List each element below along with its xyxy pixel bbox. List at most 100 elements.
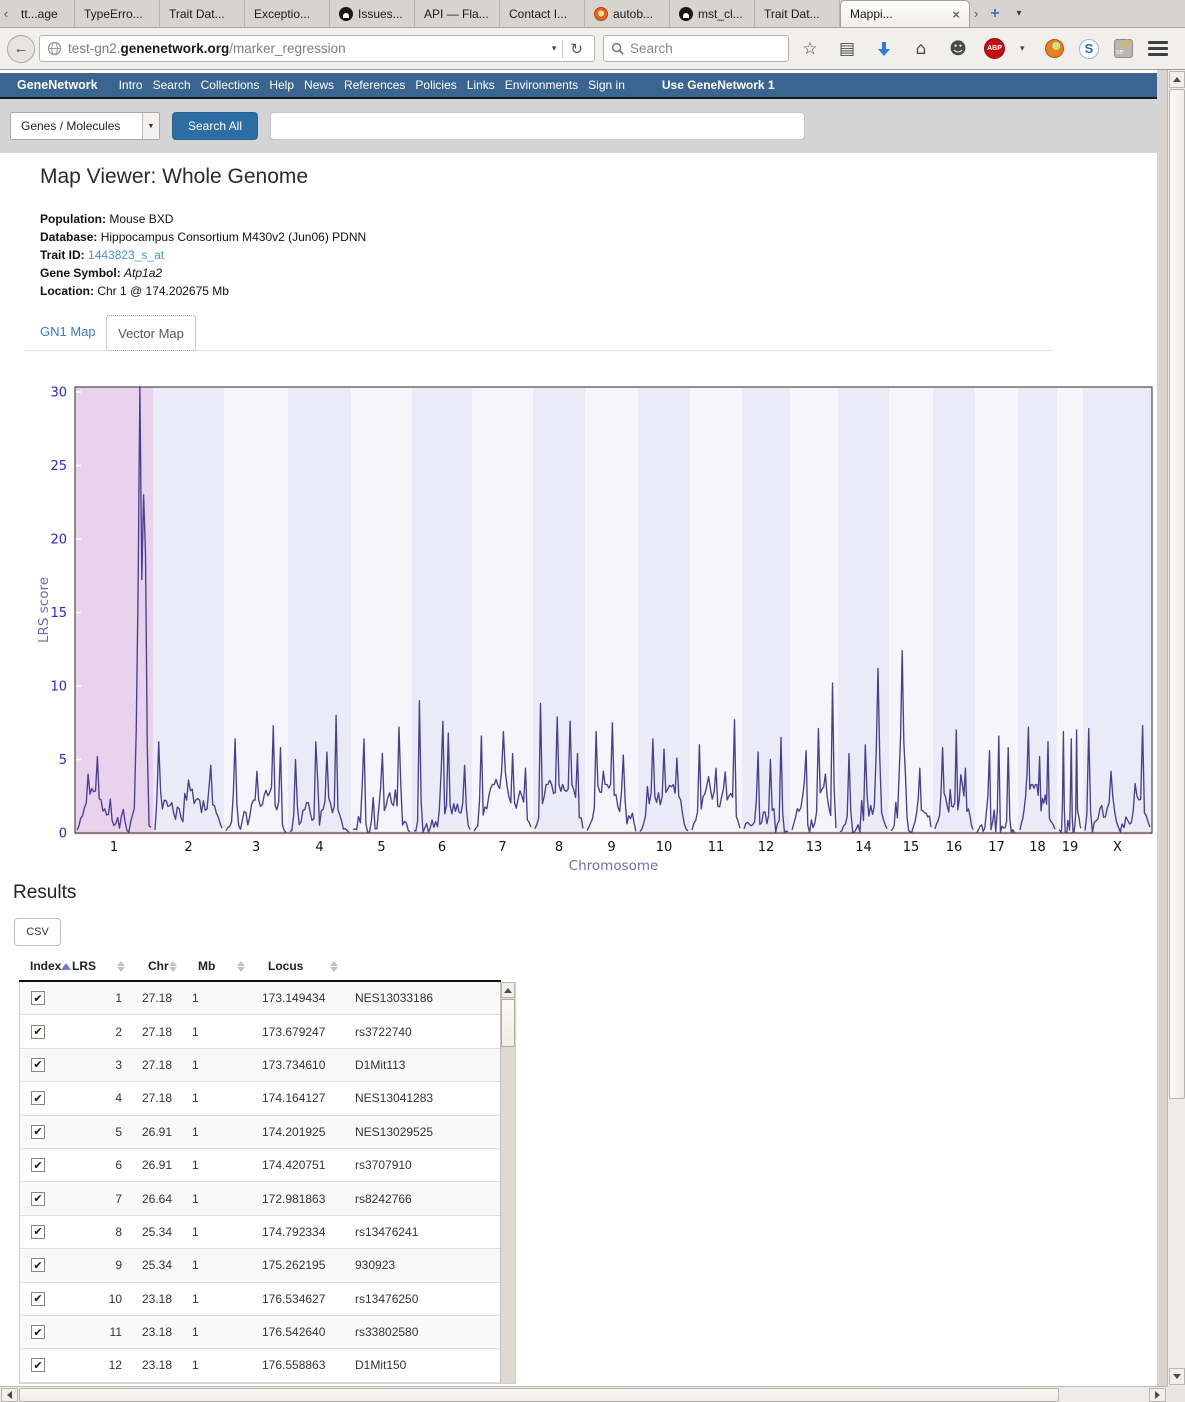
back-button[interactable]: ← (7, 35, 35, 63)
nav-link-news[interactable]: News (304, 78, 334, 92)
cell-mb: 174.420751 (258, 1158, 351, 1172)
csv-export-button[interactable]: CSV (14, 918, 61, 946)
tab-close-icon[interactable]: × (952, 7, 960, 22)
clipboard-icon[interactable]: ▤ (836, 38, 858, 60)
row-checkbox[interactable]: ✔ (31, 1058, 45, 1072)
nav-link-search[interactable]: Search (153, 78, 191, 92)
skype-icon[interactable]: S (1079, 39, 1099, 59)
trait-id-link[interactable]: 1443823_s_at (88, 248, 164, 262)
row-checkbox[interactable]: ✔ (31, 1258, 45, 1272)
tab-scroll-left-icon[interactable]: ‹ (0, 0, 12, 27)
nav-link-policies[interactable]: Policies (415, 78, 456, 92)
site-brand[interactable]: GeneNetwork (17, 78, 98, 92)
browser-tab[interactable]: API — Fla... (415, 0, 500, 27)
table-scroll-up-icon[interactable] (501, 982, 515, 998)
browser-tab[interactable]: Trait Dat... (160, 0, 245, 27)
row-checkbox[interactable]: ✔ (31, 1325, 45, 1339)
column-header-mb[interactable]: Mb (187, 952, 257, 980)
table-scrollbar-thumb[interactable] (501, 999, 515, 1047)
checkbox-cell: ✔ (20, 1158, 62, 1172)
nav-link-references[interactable]: References (344, 78, 405, 92)
column-header-chr[interactable]: Chr (137, 952, 187, 980)
compose-icon[interactable]: se (1114, 39, 1133, 58)
cell-locus: rs13476250 (351, 1292, 502, 1306)
browser-tab[interactable]: autob... (585, 0, 670, 27)
tab-vector-map[interactable]: Vector Map (106, 315, 196, 351)
scroll-up-icon[interactable] (1169, 71, 1185, 88)
cell-locus: D1Mit150 (351, 1358, 502, 1372)
browser-tab[interactable]: mst_cl... (670, 0, 755, 27)
table-scrollbar[interactable] (500, 982, 515, 1383)
row-checkbox[interactable]: ✔ (31, 1292, 45, 1306)
search-category-select[interactable]: Genes / Molecules ▼ (10, 112, 160, 140)
url-bar[interactable]: test-gn2.genenetwork.org/marker_regressi… (39, 35, 595, 62)
row-checkbox[interactable]: ✔ (31, 991, 45, 1005)
row-checkbox[interactable]: ✔ (31, 1025, 45, 1039)
column-header-lrs[interactable]: LRS (61, 952, 137, 980)
sort-down-arrow (330, 967, 338, 972)
cell-chr: 1 (188, 1225, 258, 1239)
column-header-locus[interactable]: Locus (257, 952, 350, 980)
cell-locus: NES13029525 (351, 1125, 502, 1139)
messenger-icon[interactable]: ☻ (947, 38, 969, 60)
nav-link-links[interactable]: Links (467, 78, 495, 92)
github-icon (679, 7, 693, 21)
svg-text:3: 3 (252, 840, 260, 855)
trait-info-row: Population: Mouse BXD (40, 210, 366, 228)
results-heading: Results (13, 882, 76, 904)
adblock-icon[interactable]: ABP (984, 38, 1005, 59)
svg-text:4: 4 (315, 840, 323, 855)
sort-icon[interactable] (117, 961, 125, 972)
nav-link-help[interactable]: Help (269, 78, 294, 92)
row-checkbox[interactable]: ✔ (31, 1358, 45, 1372)
row-checkbox[interactable]: ✔ (31, 1225, 45, 1239)
nav-link-sign-in[interactable]: Sign in (588, 78, 625, 92)
column-header-index[interactable]: Index (19, 952, 61, 980)
window-horizontal-scrollbar[interactable] (0, 1386, 1167, 1402)
browser-search-box[interactable]: Search (603, 35, 789, 62)
column-label: Index (30, 959, 61, 973)
scroll-down-icon[interactable] (1169, 1368, 1185, 1385)
search-all-button[interactable]: Search All (172, 112, 258, 140)
genome-scan-chart[interactable]: 0510152025301234567891011121314151617181… (36, 380, 1157, 880)
scroll-left-icon[interactable] (1, 1388, 18, 1402)
foxyproxy-icon[interactable] (1045, 39, 1064, 58)
browser-tab[interactable]: Issues... (330, 0, 415, 27)
browser-tab[interactable]: Contact I... (500, 0, 585, 27)
browser-tab[interactable]: Mappi...× (840, 0, 970, 27)
use-genenetwork1-link[interactable]: Use GeneNetwork 1 (662, 78, 775, 92)
site-search-input[interactable] (270, 112, 805, 140)
tab-gn1-map[interactable]: GN1 Map (40, 324, 96, 339)
select-caret-icon[interactable]: ▼ (142, 113, 159, 139)
nav-link-intro[interactable]: Intro (119, 78, 143, 92)
menu-icon[interactable] (1148, 41, 1168, 56)
home-icon[interactable]: ⌂ (910, 38, 932, 60)
cell-mb: 175.262195 (258, 1258, 351, 1272)
horizontal-scrollbar-thumb[interactable] (19, 1388, 1059, 1402)
row-checkbox[interactable]: ✔ (31, 1192, 45, 1206)
adblock-caret-icon[interactable]: ▾ (1020, 43, 1030, 54)
nav-link-collections[interactable]: Collections (201, 78, 260, 92)
bookmark-star-icon[interactable]: ☆ (799, 38, 821, 60)
browser-tab[interactable]: tt...age (12, 0, 75, 27)
reload-button[interactable]: ↻ (563, 40, 590, 58)
sort-icon[interactable] (237, 961, 245, 972)
nav-link-environments[interactable]: Environments (505, 78, 578, 92)
row-checkbox[interactable]: ✔ (31, 1158, 45, 1172)
sort-icon[interactable] (169, 961, 177, 972)
window-vertical-scrollbar[interactable] (1167, 70, 1185, 1386)
vertical-scrollbar-thumb[interactable] (1169, 89, 1185, 1099)
list-all-tabs-icon[interactable]: ▾ (1008, 0, 1030, 27)
sort-icon[interactable] (330, 961, 338, 972)
browser-tab[interactable]: TypeErro... (75, 0, 160, 27)
new-tab-button[interactable]: + (982, 0, 1008, 27)
row-checkbox[interactable]: ✔ (31, 1091, 45, 1105)
download-icon[interactable] (873, 38, 895, 60)
tab-scroll-right-icon[interactable]: › (970, 0, 982, 27)
url-dropdown-icon[interactable]: ▾ (546, 43, 563, 54)
row-checkbox[interactable]: ✔ (31, 1125, 45, 1139)
browser-tab[interactable]: Exceptio... (245, 0, 330, 27)
browser-tab[interactable]: Trait Dat... (755, 0, 840, 27)
svg-text:LRS score: LRS score (36, 577, 52, 643)
scroll-right-icon[interactable] (1149, 1388, 1166, 1402)
